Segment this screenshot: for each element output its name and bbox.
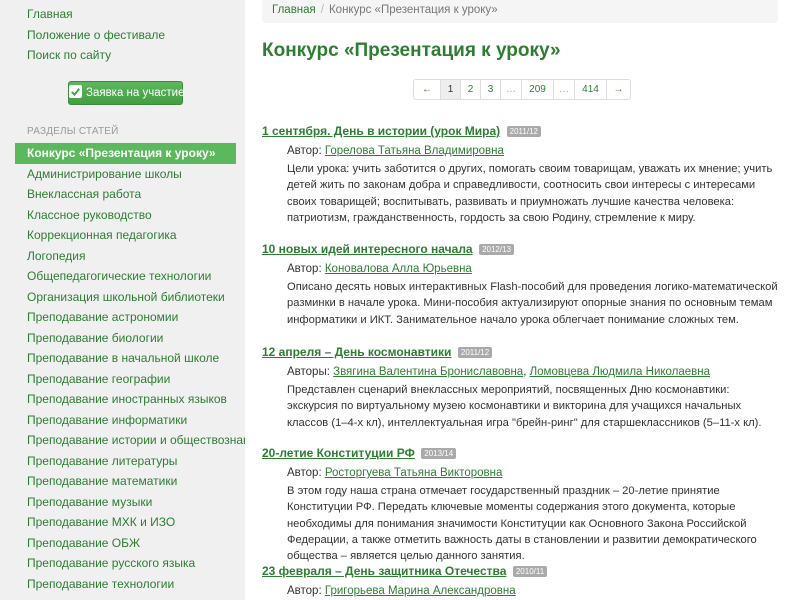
sidebar-item-school-library[interactable]: Организация школьной библиотеки [0, 287, 245, 308]
sidebar-item-mathematics[interactable]: Преподавание математики [0, 471, 245, 492]
author-link[interactable]: Звягина Валентина Брониславовна [333, 366, 523, 378]
sidebar-item-literature[interactable]: Преподавание литературы [0, 451, 245, 472]
author-link[interactable]: Ломовцева Людмила Николаевна [530, 366, 710, 378]
article-description: Описано десять новых интерактивных Flash… [287, 281, 778, 326]
pagination-page-3[interactable]: 3 [480, 80, 500, 99]
sidebar-item-music[interactable]: Преподавание музыки [0, 492, 245, 513]
breadcrumb-home-link[interactable]: Главная [272, 4, 316, 16]
date-badge: 2011/12 [457, 347, 493, 358]
article-title-link[interactable]: 12 апреля – День космонавтики [262, 345, 451, 359]
top-nav: Главная Положение о фестивале Поиск по с… [0, 5, 245, 67]
article-title-link[interactable]: 1 сентября. День в истории (урок Мира) [262, 124, 500, 138]
sidebar-item-biology[interactable]: Преподавание биологии [0, 328, 245, 349]
article-title-link[interactable]: 10 новых идей интересного начала [262, 242, 473, 256]
sidebar-item-speech-therapy[interactable]: Логопедия [0, 246, 245, 267]
article-item: 23 февраля – День защитника Отечества 20… [262, 562, 548, 597]
article-description: В этом году наша страна отмечает государ… [287, 485, 757, 563]
pagination: ← 1 2 3 … 209 … 414 → [413, 79, 631, 100]
breadcrumb: Главная / Конкурс «Презентация к уроку» [262, 0, 778, 23]
pagination-prev-button[interactable]: ← [414, 80, 440, 99]
sidebar-item-geography[interactable]: Преподавание географии [0, 369, 245, 390]
article-description: Цели урока: учить заботится о других, по… [287, 163, 773, 224]
date-badge: 2011/12 [506, 126, 541, 137]
pagination-page-2[interactable]: 2 [460, 80, 480, 99]
sidebar-item-history[interactable]: Преподавание истории и обществознания [0, 430, 245, 451]
pagination-ellipsis: … [553, 80, 574, 99]
pagination-page-414[interactable]: 414 [574, 80, 606, 99]
sidebar-item-russian-language[interactable]: Преподавание русского языка [0, 553, 245, 574]
author-label: Автор: [287, 467, 322, 479]
sidebar-item-extracurricular[interactable]: Внеклассная работа [0, 184, 245, 205]
article-title-link[interactable]: 20-летие Конституции РФ [262, 446, 415, 460]
article-description: Представлен сценарий внеклассных меропри… [287, 384, 762, 429]
section-list: Конкурс «Презентация к уроку» Администри… [0, 143, 245, 594]
sidebar-item-informatics[interactable]: Преподавание информатики [0, 410, 245, 431]
nav-home-link[interactable]: Главная [0, 5, 245, 26]
article-item: 10 новых идей интересного начала 2012/13… [262, 240, 782, 328]
sidebar-item-foreign-languages[interactable]: Преподавание иностранных языков [0, 389, 245, 410]
sidebar-item-presentation-contest[interactable]: Конкурс «Презентация к уроку» [15, 143, 236, 164]
sidebar: Главная Положение о фестивале Поиск по с… [0, 0, 245, 600]
article-item: 12 апреля – День космонавтики 2011/12 Ав… [262, 343, 782, 431]
author-link[interactable]: Григорьева Марина Александровна [325, 585, 516, 597]
pagination-page-1[interactable]: 1 [440, 80, 460, 99]
breadcrumb-separator: / [320, 4, 324, 16]
sidebar-item-life-safety[interactable]: Преподавание ОБЖ [0, 533, 245, 554]
author-line: Автор: Григорьева Марина Александровна [287, 585, 547, 597]
author-link[interactable]: Горелова Татьяна Владимировна [325, 145, 504, 157]
page-right-edge [792, 0, 800, 600]
article-item: 1 сентября. День в истории (урок Мира) 2… [262, 122, 782, 226]
author-line: Автор: Коновалова Алла Юрьевна [287, 263, 782, 275]
sidebar-item-correctional-pedagogy[interactable]: Коррекционная педагогика [0, 225, 245, 246]
date-badge: 2010/11 [512, 566, 548, 577]
date-badge: 2012/13 [479, 244, 514, 255]
page-title: Конкурс «Презентация к уроку» [262, 40, 561, 61]
article-title-link[interactable]: 23 февраля – День защитника Отечества [262, 564, 506, 578]
sidebar-item-class-management[interactable]: Классное руководство [0, 205, 245, 226]
apply-button[interactable]: Заявка на участие [68, 81, 185, 105]
checkmark-icon [69, 85, 82, 98]
sidebar-item-technology[interactable]: Преподавание технологии [0, 574, 245, 595]
author-label: Автор: [287, 263, 322, 275]
apply-button-label: Заявка на участие [86, 87, 185, 99]
author-link[interactable]: Росторгуева Татьяна Викторовна [325, 467, 503, 479]
author-label: Автор: [287, 145, 322, 157]
sections-heading: РАЗДЕЛЫ СТАТЕЙ [27, 126, 119, 137]
breadcrumb-current: Конкурс «Презентация к уроку» [328, 4, 498, 16]
article-item: 20-летие Конституции РФ 2013/14 Автор: Р… [262, 444, 782, 564]
pagination-ellipsis: … [500, 80, 521, 99]
pagination-next-button[interactable]: → [606, 80, 630, 99]
sidebar-item-general-pedagogy[interactable]: Общепедагогические технологии [0, 266, 245, 287]
pagination-page-209[interactable]: 209 [521, 80, 553, 99]
author-line: Автор: Горелова Татьяна Владимировна [287, 145, 782, 157]
sidebar-item-primary-school[interactable]: Преподавание в начальной школе [0, 348, 245, 369]
author-label: Автор: [287, 585, 322, 597]
sidebar-item-astronomy[interactable]: Преподавание астрономии [0, 307, 245, 328]
sidebar-item-school-admin[interactable]: Администрирование школы [0, 164, 245, 185]
author-line: Авторы: Звягина Валентина Брониславовна,… [287, 366, 711, 378]
nav-festival-rules-link[interactable]: Положение о фестивале [0, 26, 245, 47]
date-badge: 2013/14 [421, 448, 457, 459]
nav-site-search-link[interactable]: Поиск по сайту [0, 46, 245, 67]
author-line: Автор: Росторгуева Татьяна Викторовна [287, 467, 782, 479]
author-label: Авторы: [287, 366, 330, 378]
author-link[interactable]: Коновалова Алла Юрьевна [325, 263, 472, 275]
sidebar-item-art[interactable]: Преподавание МХК и ИЗО [0, 512, 245, 533]
